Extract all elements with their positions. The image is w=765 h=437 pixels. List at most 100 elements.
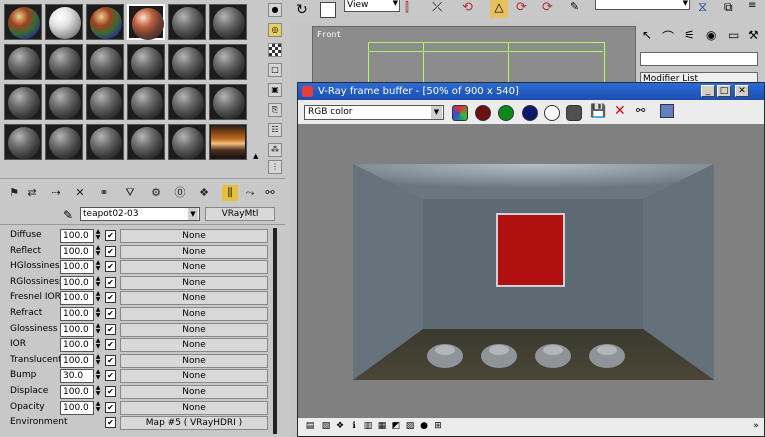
map-enabled-checkbox[interactable]: ✔ (105, 323, 116, 335)
spinner-snap-icon[interactable]: ⟳ (542, 0, 553, 15)
curve-icon[interactable]: ◩ (390, 420, 402, 432)
map-amount-field[interactable]: 30.0 (60, 369, 94, 384)
chevron-down-icon[interactable]: ▼ (188, 208, 198, 220)
histogram-icon[interactable]: ▦ (376, 420, 388, 432)
chevron-down-icon[interactable]: ▼ (393, 0, 398, 7)
monochrome-button[interactable] (566, 105, 582, 121)
material-type-button[interactable]: VRayMtl (205, 207, 275, 221)
track-mouse-icon[interactable] (660, 104, 674, 118)
spinner-icon[interactable]: ▲ ▼ (94, 400, 102, 413)
motion-icon[interactable]: ◉ (706, 28, 716, 42)
material-slot[interactable] (4, 4, 42, 40)
material-slot[interactable] (127, 124, 165, 160)
map-amount-field[interactable]: 100.0 (60, 353, 94, 368)
snap-toggle-icon[interactable]: ⟲ (462, 0, 473, 15)
spinner-icon[interactable]: ▲ ▼ (94, 307, 102, 319)
material-slot[interactable] (127, 4, 165, 40)
material-slot[interactable] (209, 84, 247, 120)
material-slot[interactable] (4, 124, 42, 160)
rendered-image[interactable] (353, 164, 714, 380)
material-slot[interactable] (4, 84, 42, 120)
material-slot[interactable] (4, 44, 42, 80)
map-slot-button[interactable]: None (120, 353, 268, 368)
spinner-icon[interactable]: ▲ ▼ (94, 260, 102, 272)
maximize-button[interactable]: □ (717, 85, 731, 97)
channel-dropdown[interactable]: RGB color ▼ (304, 105, 444, 120)
expand-toolbar-icon[interactable]: » (750, 420, 762, 432)
map-amount-field[interactable]: 100.0 (60, 385, 94, 399)
material-slot[interactable] (86, 4, 124, 40)
map-enabled-checkbox[interactable]: ✔ (105, 245, 116, 257)
align-icon[interactable]: ⧉ (724, 0, 733, 15)
color-layers-icon[interactable]: ❖ (334, 420, 346, 432)
mirror-axis-icon[interactable]: ⤫ (432, 0, 442, 15)
material-slot[interactable] (86, 124, 124, 160)
material-slot[interactable] (45, 84, 83, 120)
map-slot-button[interactable]: None (120, 385, 268, 399)
edit-named-selection-icon[interactable]: ✎ (570, 0, 579, 13)
undo-icon[interactable]: ↻ (296, 2, 308, 18)
info-icon[interactable]: ℹ (348, 420, 360, 432)
chevron-down-icon[interactable]: ▼ (431, 106, 442, 119)
mirror-icon[interactable]: ⧖ (698, 0, 707, 15)
clear-image-icon[interactable]: ✕ (614, 103, 626, 119)
pivot-icon[interactable]: ⫿ (405, 0, 409, 15)
select-window-icon[interactable] (320, 2, 336, 18)
duplicate-to-max-vfb-icon[interactable]: ⚯ (636, 104, 645, 117)
modify-icon[interactable]: ⌒ (662, 28, 674, 45)
assign-material-icon[interactable]: ⇢ (48, 185, 64, 201)
angle-snap-icon[interactable]: △ (490, 0, 508, 18)
map-amount-field[interactable]: 100.0 (60, 338, 94, 353)
red-channel-button[interactable] (475, 105, 491, 121)
front-viewport[interactable]: Front (312, 26, 636, 88)
map-slot-button[interactable]: None (120, 322, 268, 337)
map-enabled-checkbox[interactable]: ✔ (105, 276, 116, 288)
material-slot[interactable] (86, 44, 124, 80)
map-enabled-checkbox[interactable]: ✔ (105, 261, 116, 273)
get-material-icon[interactable]: ⚑ (6, 185, 22, 201)
spinner-icon[interactable]: ▲ ▼ (94, 322, 102, 335)
map-slot-button[interactable]: None (120, 275, 268, 290)
put-to-scene-icon[interactable]: ⇄ (24, 185, 40, 201)
alpha-channel-button[interactable] (544, 105, 560, 121)
utilities-icon[interactable]: ⚒ (748, 28, 759, 42)
map-amount-field[interactable]: 100.0 (60, 322, 94, 337)
rgb-channel-icon[interactable] (452, 105, 468, 121)
material-slot[interactable] (45, 124, 83, 160)
hierarchy-icon[interactable]: ⚟ (684, 28, 695, 42)
close-button[interactable]: ✕ (735, 85, 749, 97)
material-slot[interactable] (209, 44, 247, 80)
map-slot-button[interactable]: None (120, 260, 268, 275)
material-map-navigator-icon[interactable]: ⋮ (268, 160, 282, 174)
minimize-button[interactable]: _ (701, 85, 715, 97)
background-checker-icon[interactable] (268, 43, 282, 57)
stamp-icon[interactable]: ⊞ (432, 420, 444, 432)
scroll-up-icon[interactable]: ▲ (253, 152, 258, 160)
show-map-in-viewport-icon[interactable]: ⓪ (172, 185, 188, 201)
map-enabled-checkbox[interactable]: ✔ (105, 354, 116, 366)
vfb-title-bar[interactable]: V-Ray frame buffer - [50% of 900 x 540] … (298, 83, 764, 100)
map-amount-field[interactable]: 100.0 (60, 275, 94, 290)
material-slot[interactable] (86, 84, 124, 120)
select-by-material-icon[interactable]: ⁂ (268, 143, 282, 157)
go-forward-sibling-icon[interactable]: ⤳ (242, 185, 258, 201)
map-slot-button[interactable]: None (120, 400, 268, 415)
display-icon[interactable]: ▭ (728, 28, 739, 42)
rollout-scrollbar[interactable] (273, 228, 277, 434)
spinner-icon[interactable]: ▲ ▼ (94, 275, 102, 288)
named-selection-dropdown[interactable]: ▼ (595, 0, 690, 10)
spinner-icon[interactable]: ▲ ▼ (94, 353, 102, 366)
map-amount-field[interactable]: 100.0 (60, 291, 94, 306)
levels-icon[interactable]: ▥ (362, 420, 374, 432)
pick-material-icon[interactable]: ⚯ (262, 185, 278, 201)
spinner-icon[interactable]: ▲ ▼ (94, 291, 102, 303)
map-slot-button[interactable]: Map #5 ( VRayHDRI ) (120, 416, 268, 431)
material-id-channel-icon[interactable]: ⚙ (148, 185, 164, 201)
map-enabled-checkbox[interactable]: ✔ (105, 230, 116, 241)
map-enabled-checkbox[interactable]: ✔ (105, 386, 116, 397)
vfb-history-icon[interactable]: ▧ (320, 420, 332, 432)
material-name-field[interactable]: teapot02-03 ▼ (80, 207, 200, 221)
save-icon[interactable]: 💾 (590, 104, 606, 119)
spinner-icon[interactable]: ▲ ▼ (94, 338, 102, 350)
map-slot-button[interactable]: None (120, 307, 268, 321)
